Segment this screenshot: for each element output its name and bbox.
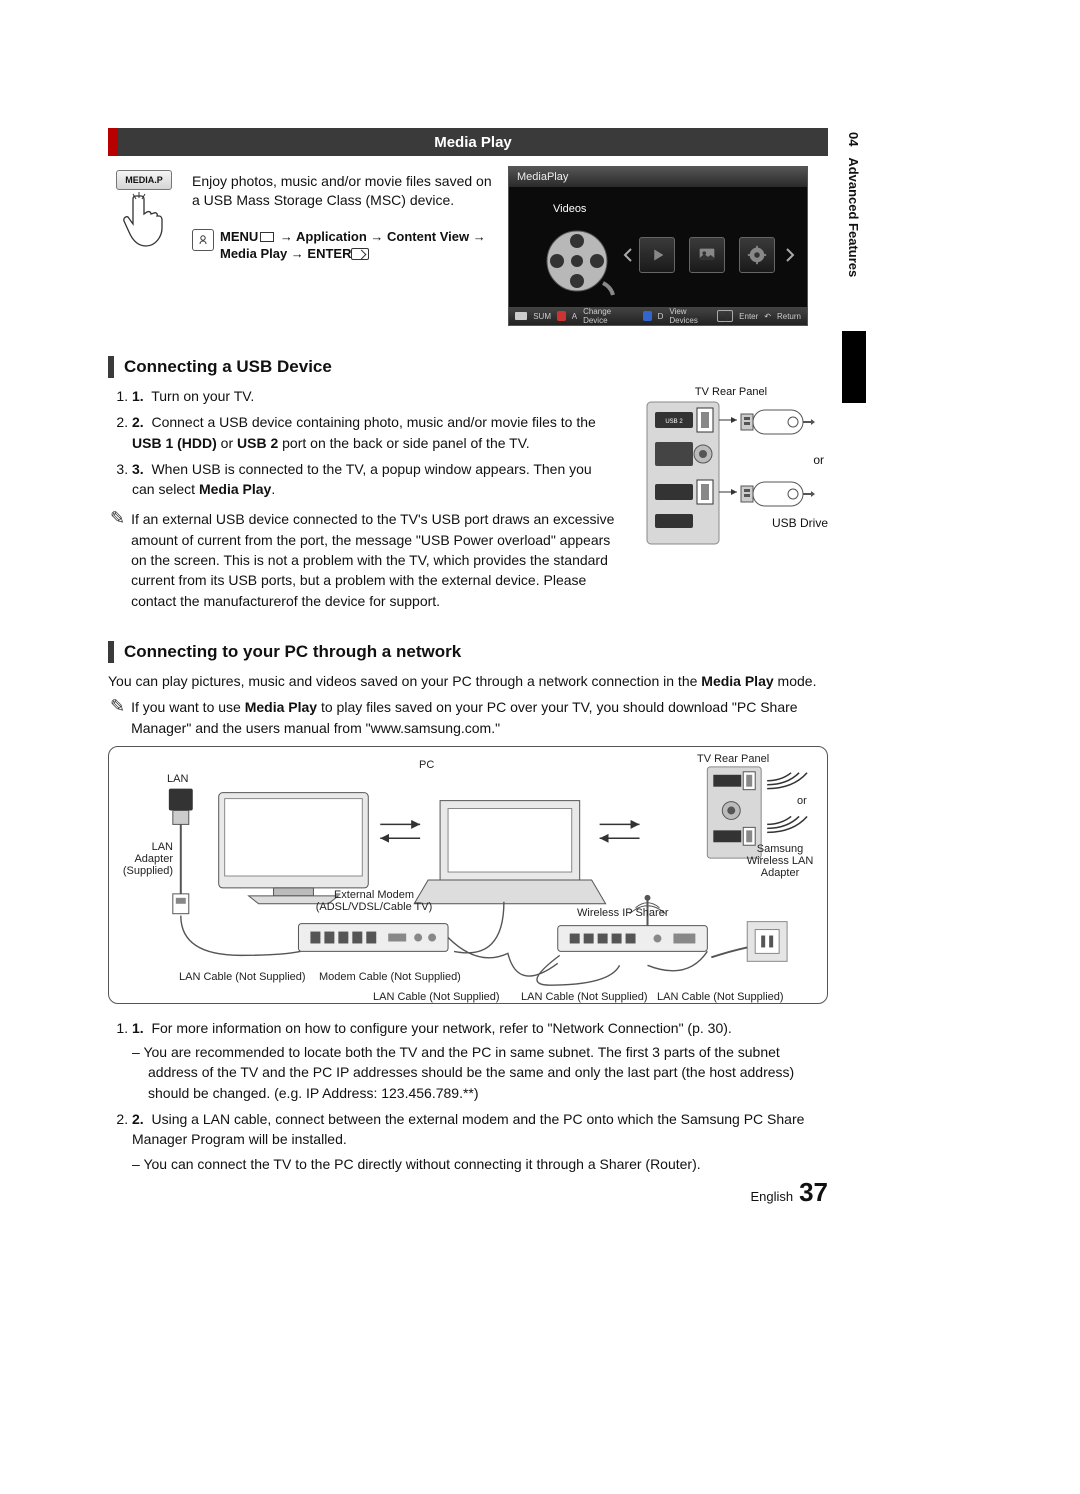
diagram-label-lan-adapter: LAN Adapter (Supplied) <box>115 841 173 877</box>
mediaplay-screenshot: MediaPlay Videos SUM A Change Dev <box>508 166 808 326</box>
svg-text:USB 2: USB 2 <box>665 419 683 425</box>
header-title: Media Play <box>118 128 828 156</box>
network-note: ✎ If you want to use Media Play to play … <box>110 697 828 738</box>
battery-icon <box>515 312 527 320</box>
heading-usb: Connecting a USB Device <box>108 356 828 378</box>
diagram-label-or: or <box>797 795 807 807</box>
network-steps-list: 1. For more information on how to config… <box>108 1018 828 1174</box>
menu-button-icon <box>192 229 214 251</box>
red-a-key-icon <box>557 311 566 321</box>
enter-icon <box>717 310 733 322</box>
menu-path-text: MENU → Application → Content View → Medi… <box>220 228 498 263</box>
footer-language: English <box>750 1189 793 1204</box>
list-item: 1. For more information on how to config… <box>132 1018 828 1103</box>
mediap-remote-illustration: MEDIA.P <box>108 166 180 326</box>
list-item: You are recommended to locate both the T… <box>132 1042 828 1103</box>
list-item: 2. Using a LAN cable, connect between th… <box>132 1109 828 1174</box>
list-item: You can connect the TV to the PC directl… <box>132 1154 828 1174</box>
footer-page-number: 37 <box>799 1177 828 1208</box>
network-intro: You can play pictures, music and videos … <box>108 671 828 691</box>
return-icon: ↶ <box>764 312 771 321</box>
page-footer: English 37 <box>750 1177 828 1208</box>
film-reel-icon <box>543 225 615 297</box>
side-tab-marker <box>842 331 866 403</box>
diagram-label-samsung-adapter: Samsung Wireless LAN Adapter <box>735 843 825 879</box>
diagram-label-ext-modem: External Modem(ADSL/VDSL/Cable TV) <box>309 889 439 913</box>
side-chapter-tab: 04 Advanced Features <box>842 126 866 466</box>
list-item: 1. Turn on your TV. <box>132 386 618 406</box>
screenshot-sum-label: SUM <box>533 312 551 321</box>
list-item: 3. When USB is connected to the TV, a po… <box>132 459 618 500</box>
chapter-title: Advanced Features <box>846 157 861 277</box>
blue-d-key-icon <box>643 311 652 321</box>
chevron-right-icon <box>785 247 795 263</box>
screenshot-title: MediaPlay <box>509 167 807 187</box>
chapter-number: 04 <box>846 132 861 146</box>
enter-icon <box>351 248 369 260</box>
usb-note: ✎ If an external USB device connected to… <box>110 509 618 610</box>
note-icon: ✎ <box>110 697 125 738</box>
list-item: 2. Connect a USB device containing photo… <box>132 412 618 453</box>
hand-pointer-icon <box>119 190 169 250</box>
note-icon: ✎ <box>110 509 125 610</box>
diagram-label-lan: LAN <box>167 773 188 785</box>
change-device-label: Change Device <box>583 307 631 325</box>
usb-steps-list: 1. Turn on your TV. 2. Connect a USB dev… <box>108 386 618 499</box>
chevron-left-icon <box>623 247 633 263</box>
screenshot-category: Videos <box>553 203 586 215</box>
network-diagram: PC LAN LAN Adapter (Supplied) External M… <box>108 746 828 1004</box>
diagram-label-wireless-sharer: Wireless IP Sharer <box>577 907 669 919</box>
usb-rear-panel-diagram: TV Rear Panel USB 2 <box>634 386 828 611</box>
diagram-label-pc: PC <box>419 759 434 771</box>
view-devices-label: View Devices <box>669 307 711 325</box>
intro-blurb: Enjoy photos, music and/or movie files s… <box>192 172 498 210</box>
diagram-label-tv-rear: TV Rear Panel <box>697 753 769 765</box>
mediap-button: MEDIA.P <box>116 170 172 190</box>
heading-network: Connecting to your PC through a network <box>108 641 828 663</box>
rear-panel-title: TV Rear Panel <box>634 386 828 398</box>
section-header-bar: Media Play <box>108 128 828 156</box>
